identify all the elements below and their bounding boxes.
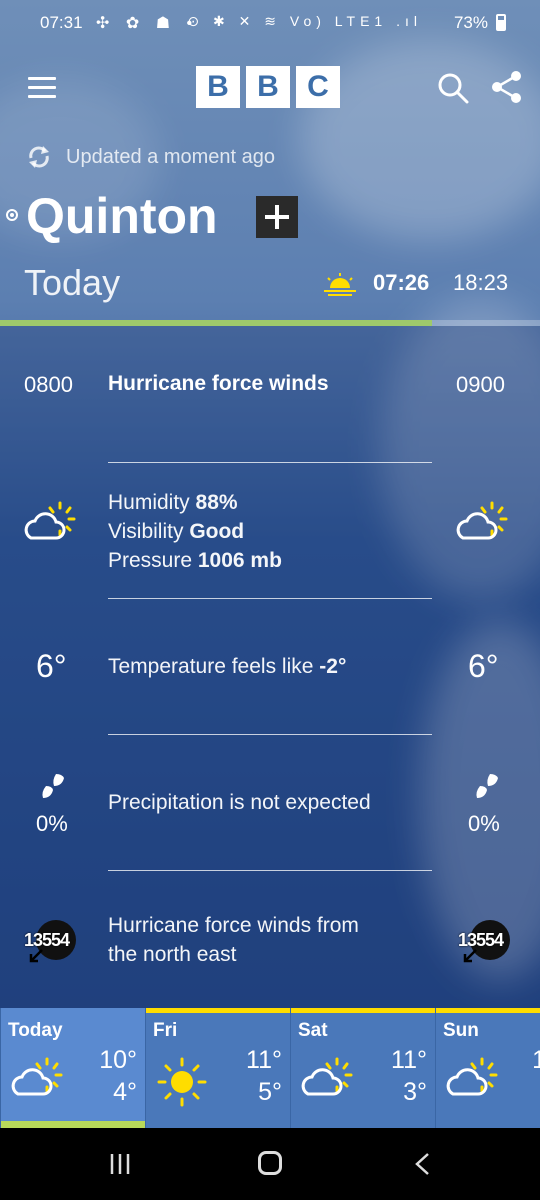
raindrops-icon — [476, 774, 498, 798]
divider — [108, 870, 432, 871]
forecast-day-fri[interactable]: Fri 11° 5° — [145, 1008, 290, 1128]
system-icons: ⊙ ✱ ✕ ≋ Vo) LTE1 .ıl — [187, 13, 422, 29]
status-time: 07:31 — [40, 13, 83, 32]
share-icon[interactable] — [491, 70, 523, 104]
forecast-strip[interactable]: Today 10° 4° Fri 11° 5° Sat 11° 3° Sun 1 — [0, 1008, 540, 1128]
sunrise-time: 07:26 — [373, 270, 430, 295]
forecast-day-sun[interactable]: Sun 1 — [435, 1008, 540, 1128]
forecast-day-name: Today — [8, 1020, 63, 1041]
conditions-info: Humidity 88% Visibility Good Pressure 10… — [108, 488, 282, 575]
wind-text-line: Hurricane force winds from — [108, 914, 359, 937]
precipitation-text: Precipitation is not expected — [108, 791, 371, 814]
forecast-day-sat[interactable]: Sat 11° 3° — [290, 1008, 435, 1128]
sunset-time: 18:23 — [453, 270, 509, 295]
sun-behind-cloud-icon — [11, 1057, 63, 1096]
sun-icon — [157, 1057, 207, 1107]
divider — [108, 462, 432, 463]
wind-info: Hurricane force winds from the north eas… — [108, 911, 359, 969]
forecast-low: 4° — [113, 1078, 137, 1106]
pressure-value: 1006 mb — [197, 549, 282, 572]
notification-icons: ✣ ✿ ☗ • — [96, 15, 199, 32]
forecast-high: 10° — [99, 1046, 137, 1074]
bbc-logo[interactable]: B B C — [196, 66, 340, 108]
wind-text-line: the north east — [108, 943, 237, 966]
menu-button[interactable] — [28, 77, 56, 99]
feels-like-info: Temperature feels like -2° — [108, 652, 346, 681]
humidity-label: Humidity — [108, 491, 190, 514]
forecast-high: 11° — [391, 1046, 427, 1074]
status-bar: 07:31 ✣ ✿ ☗ • ⊙ ✱ ✕ ≋ Vo) LTE1 .ıl 73% — [0, 0, 540, 48]
humidity-value: 88% — [195, 491, 238, 514]
system-navigation-bar — [0, 1128, 540, 1200]
precipitation-left: 0% — [36, 811, 68, 836]
hour-right[interactable]: 0900 — [456, 372, 505, 398]
forecast-high: 11° — [246, 1046, 282, 1074]
pressure-label: Pressure — [108, 549, 193, 572]
recent-apps-icon[interactable] — [108, 1152, 132, 1176]
sun-behind-cloud-icon — [456, 501, 508, 540]
logo-letter: B — [196, 66, 240, 108]
forecast-low: 5° — [258, 1078, 282, 1106]
sun-behind-cloud-icon — [24, 501, 76, 540]
temperature-right: 6° — [468, 648, 499, 684]
location-icon — [6, 209, 18, 221]
back-icon[interactable] — [412, 1152, 432, 1176]
sun-behind-cloud-icon — [446, 1057, 498, 1096]
divider — [108, 598, 432, 599]
raindrops-icon — [42, 774, 64, 798]
weather-summary: Hurricane force winds — [108, 372, 329, 395]
hour-left[interactable]: 0800 — [24, 372, 73, 398]
home-button[interactable] — [258, 1151, 282, 1175]
forecast-day-name: Fri — [153, 1020, 178, 1041]
battery-percentage: 73% — [453, 13, 488, 32]
feels-like-value: -2° — [319, 655, 347, 678]
location-name: Quinton — [26, 188, 218, 244]
forecast-day-today[interactable]: Today 10° 4° — [0, 1008, 145, 1128]
updated-text: Updated a moment ago — [66, 145, 276, 168]
precipitation-right: 0% — [468, 811, 500, 836]
logo-letter: C — [296, 66, 340, 108]
refresh-icon — [29, 146, 49, 168]
forecast-day-name: Sat — [298, 1020, 328, 1041]
logo-letter: B — [246, 66, 290, 108]
sun-behind-cloud-icon — [301, 1057, 353, 1096]
updated-status[interactable]: Updated a moment ago — [26, 144, 275, 170]
battery-icon — [496, 14, 506, 31]
forecast-high: 1 — [532, 1046, 540, 1074]
day-label: Today — [24, 262, 121, 303]
sunrise-icon — [324, 273, 356, 296]
divider — [108, 734, 432, 735]
forecast-low: 3° — [403, 1078, 427, 1106]
wind-speed-right: 13554 — [458, 930, 504, 950]
wind-badge-right: 13554 — [458, 920, 514, 976]
visibility-label: Visibility — [108, 520, 184, 543]
forecast-day-name: Sun — [443, 1020, 479, 1041]
wind-badge-left: 13554 — [24, 920, 80, 976]
visibility-value: Good — [189, 520, 245, 543]
temperature-left: 6° — [36, 648, 67, 684]
add-location-button[interactable] — [256, 196, 298, 238]
feels-like-label: Temperature feels like — [108, 655, 314, 678]
wind-speed-left: 13554 — [24, 930, 70, 950]
search-icon[interactable] — [437, 72, 469, 104]
